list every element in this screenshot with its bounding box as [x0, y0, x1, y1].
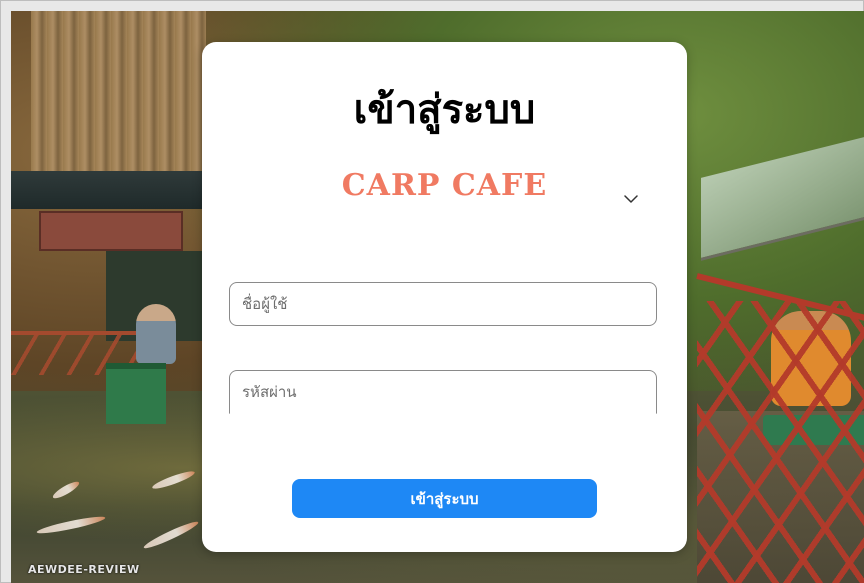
person-figure: [136, 304, 176, 364]
username-input[interactable]: [229, 282, 657, 326]
koi-fish: [150, 468, 197, 492]
koi-fish: [35, 513, 107, 537]
koi-fish: [142, 518, 200, 552]
watermark-text: AEWDEE-REVIEW: [28, 563, 140, 576]
bamboo-wall: [31, 11, 206, 181]
login-card: เข้าสู่ระบบ CARP CAFE เข้าสู่ระบบ: [202, 42, 687, 552]
chevron-down-icon[interactable]: [622, 192, 640, 206]
glass-roof: [701, 134, 864, 261]
brand-name: CARP CAFE: [341, 168, 548, 203]
page-frame: AEWDEE-REVIEW เข้าสู่ระบบ CARP CAFE เข้า…: [0, 0, 864, 583]
wooden-sign: [39, 211, 183, 251]
railing-right: [697, 301, 864, 583]
password-input[interactable]: [229, 370, 657, 414]
roof-left: [11, 171, 206, 209]
login-button[interactable]: เข้าสู่ระบบ: [292, 479, 597, 518]
koi-fish: [51, 479, 81, 501]
green-table: [106, 363, 166, 424]
login-title: เข้าสู่ระบบ: [353, 87, 536, 133]
